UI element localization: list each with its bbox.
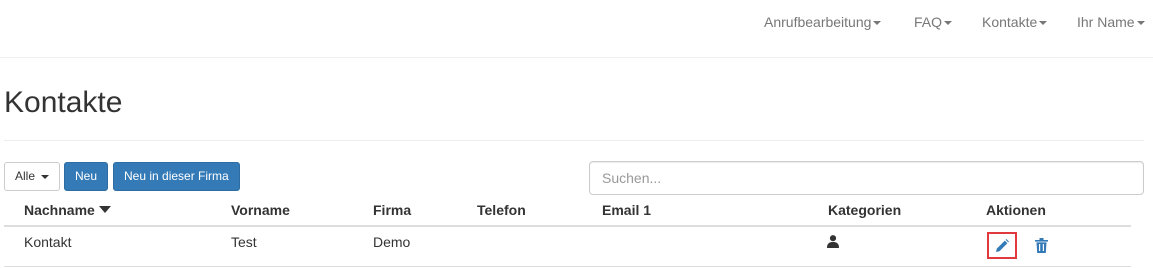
cell-nachname: Kontakt <box>24 234 72 250</box>
search-input[interactable] <box>589 161 1144 195</box>
cell-vorname: Test <box>231 234 257 250</box>
nav-anrufbearbeitung-dropdown[interactable]: Anrufbearbeitung <box>764 14 882 30</box>
cell-firma: Demo <box>373 234 411 250</box>
person-icon <box>827 235 839 248</box>
table-header-divider <box>4 225 1131 227</box>
table-row-divider <box>4 266 1131 267</box>
column-header-firma[interactable]: Firma <box>373 202 411 218</box>
trash-icon <box>1034 237 1048 253</box>
title-divider <box>4 140 1144 141</box>
column-header-nachname[interactable]: Nachname <box>24 202 111 218</box>
column-header-aktionen: Aktionen <box>986 202 1046 218</box>
new-in-company-button[interactable]: Neu in dieser Firma <box>113 162 240 191</box>
navbar-divider <box>0 57 1153 58</box>
nav-item-label: Kontakte <box>982 14 1038 30</box>
delete-contact-button[interactable] <box>1033 236 1049 254</box>
edit-contact-button[interactable] <box>987 232 1017 259</box>
nav-kontakte-dropdown[interactable]: Kontakte <box>982 14 1048 30</box>
caret-down-icon <box>873 21 882 26</box>
column-header-email[interactable]: Email 1 <box>602 202 651 218</box>
filter-dropdown-button[interactable]: Alle <box>4 162 61 191</box>
nav-faq-dropdown[interactable]: FAQ <box>914 14 953 30</box>
filter-dropdown-label: Alle <box>15 169 36 183</box>
nav-user-dropdown[interactable]: Ihr Name <box>1077 14 1145 30</box>
column-header-label: Nachname <box>24 202 95 218</box>
column-header-vorname[interactable]: Vorname <box>231 202 290 218</box>
pencil-icon <box>996 238 1009 252</box>
new-contact-button[interactable]: Neu <box>64 162 109 191</box>
top-navbar: Anrufbearbeitung FAQ Kontakte Ihr Name <box>0 0 1153 45</box>
nav-item-label: Ihr Name <box>1077 14 1135 30</box>
caret-down-icon <box>1039 21 1048 26</box>
nav-item-label: Anrufbearbeitung <box>764 14 872 30</box>
caret-down-icon <box>944 21 953 26</box>
column-header-telefon[interactable]: Telefon <box>477 202 526 218</box>
page-title: Kontakte <box>4 86 123 119</box>
sort-descending-icon <box>98 205 111 213</box>
nav-item-label: FAQ <box>914 14 943 30</box>
column-header-kategorien: Kategorien <box>828 202 902 218</box>
caret-down-icon <box>1136 21 1145 26</box>
caret-down-icon <box>41 174 50 179</box>
